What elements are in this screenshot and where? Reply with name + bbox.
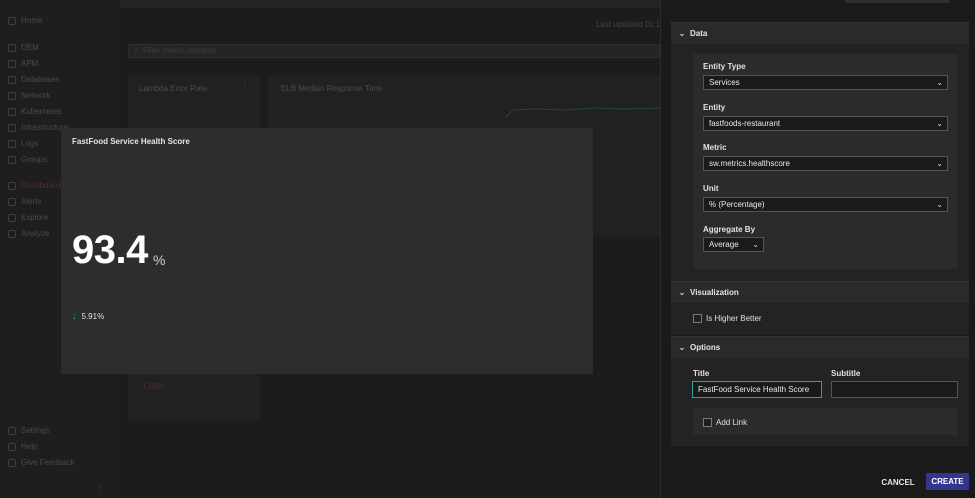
sidebar-item-explore[interactable]: Explore bbox=[8, 213, 48, 222]
preview-title: FastFood Service Health Score bbox=[72, 137, 190, 146]
subtitle-label: Subtitle bbox=[831, 369, 861, 378]
arrow-down-icon: ↓ bbox=[72, 311, 77, 321]
sidebar-item-settings[interactable]: Settings bbox=[8, 426, 50, 435]
chevron-down-icon: ⌄ bbox=[678, 343, 686, 352]
lambda-error-value: 1.85% bbox=[142, 382, 165, 391]
gear-icon bbox=[8, 426, 16, 435]
preview-unit: % bbox=[153, 252, 166, 268]
chevron-down-icon: ⌄ bbox=[936, 159, 943, 168]
options-section-header[interactable]: ⌄ Options bbox=[671, 336, 969, 358]
title-label: Title bbox=[693, 369, 710, 378]
visualization-section-header[interactable]: ⌄ Visualization bbox=[671, 281, 969, 303]
chevron-down-icon: ⌄ bbox=[678, 29, 686, 38]
entity-type-select[interactable]: Services ⌄ bbox=[703, 75, 948, 90]
home-icon bbox=[8, 16, 16, 25]
sidebar-item-help[interactable]: Help bbox=[8, 442, 37, 451]
higher-better-checkbox[interactable] bbox=[693, 314, 702, 323]
analyze-icon bbox=[8, 229, 16, 238]
network-icon bbox=[8, 91, 16, 100]
search-icon: ⌕ bbox=[134, 46, 139, 55]
data-section-header[interactable]: ⌄ Data bbox=[671, 22, 969, 44]
sidebar-item-alerts[interactable]: Alerts bbox=[8, 197, 41, 206]
apm-icon bbox=[8, 59, 16, 68]
kubernetes-icon bbox=[8, 107, 16, 116]
chevron-down-icon: ⌄ bbox=[678, 288, 686, 297]
dashboard-icon bbox=[8, 181, 16, 190]
database-icon bbox=[8, 75, 16, 84]
chevron-down-icon: ⌄ bbox=[936, 119, 943, 128]
sidebar-item-feedback[interactable]: Give Feedback bbox=[8, 458, 75, 467]
entity-select[interactable]: fastfoods-restaurant ⌄ bbox=[703, 116, 948, 131]
higher-better-label: Is Higher Better bbox=[706, 314, 762, 323]
preview-delta-value: 5.91% bbox=[81, 311, 105, 321]
sidebar-item-apm[interactable]: APM bbox=[8, 59, 38, 68]
server-icon bbox=[8, 123, 16, 132]
widget-preview-card: FastFood Service Health Score 93.4 % ↓ 5… bbox=[61, 128, 593, 374]
add-link-label: Add Link bbox=[716, 418, 748, 427]
collapse-sidebar-icon[interactable]: ‹ bbox=[98, 482, 101, 492]
sidebar-item-dashboards[interactable]: Dashboards bbox=[8, 181, 64, 190]
entity-type-label: Entity Type bbox=[703, 62, 746, 71]
subtitle-input[interactable] bbox=[831, 381, 958, 398]
logs-icon bbox=[8, 139, 16, 148]
aggregate-select[interactable]: Average ⌄ bbox=[703, 237, 764, 252]
unit-label: Unit bbox=[703, 184, 719, 193]
explore-icon bbox=[8, 213, 16, 222]
dem-icon bbox=[8, 43, 16, 52]
sidebar-item-network[interactable]: Network bbox=[8, 91, 50, 100]
panel-top-button[interactable] bbox=[845, 0, 950, 3]
sidebar-item-groups[interactable]: Groups bbox=[8, 155, 47, 164]
feedback-icon bbox=[8, 458, 16, 467]
sidebar-item-analyze[interactable]: Analyze bbox=[8, 229, 49, 238]
sidebar-item-logs[interactable]: Logs bbox=[8, 139, 38, 148]
elb-response-line bbox=[505, 107, 660, 119]
filter-input[interactable]: Filter metric streams bbox=[128, 44, 660, 58]
entity-label: Entity bbox=[703, 103, 726, 112]
unit-select[interactable]: % (Percentage) ⌄ bbox=[703, 197, 948, 212]
sidebar-item-infrastructure[interactable]: Infrastructure bbox=[8, 123, 68, 132]
metric-select[interactable]: sw.metrics.healthscore ⌄ bbox=[703, 156, 948, 171]
lambda-error-title: Lambda Error Rate bbox=[139, 84, 208, 93]
sidebar-item-kubernetes[interactable]: Kubernetes bbox=[8, 107, 62, 116]
elb-response-title: ELB Median Response Time bbox=[281, 84, 383, 93]
cancel-button[interactable]: CANCEL bbox=[875, 474, 921, 490]
sidebar-item-databases[interactable]: Databases bbox=[8, 75, 59, 84]
add-link-checkbox[interactable] bbox=[703, 418, 712, 427]
preview-delta: ↓ 5.91% bbox=[72, 311, 104, 321]
aggregate-label: Aggregate By bbox=[703, 225, 756, 234]
chevron-down-icon: ⌄ bbox=[936, 78, 943, 87]
last-updated-text: Last updated 01:14 bbox=[596, 20, 665, 29]
sidebar-item-home[interactable]: Home bbox=[8, 16, 42, 25]
preview-value: 93.4 bbox=[72, 228, 148, 272]
groups-icon bbox=[8, 155, 16, 164]
help-icon bbox=[8, 442, 16, 451]
create-button[interactable]: CREATE bbox=[926, 473, 969, 490]
sidebar-item-dem[interactable]: DEM bbox=[8, 43, 39, 52]
chevron-down-icon: ⌄ bbox=[936, 200, 943, 209]
metric-label: Metric bbox=[703, 143, 727, 152]
card-menu-icon[interactable]: ⋮ bbox=[241, 82, 249, 91]
title-input[interactable]: FastFood Service Health Score bbox=[692, 381, 822, 398]
chevron-down-icon: ⌄ bbox=[752, 240, 759, 249]
bell-icon bbox=[8, 197, 16, 206]
app-topbar bbox=[120, 0, 660, 8]
